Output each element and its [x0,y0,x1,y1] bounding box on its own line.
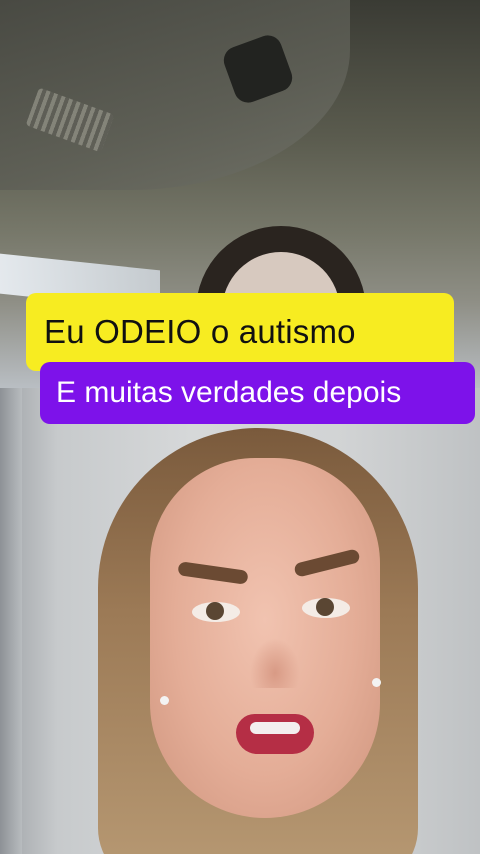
nose [250,638,300,688]
earring-left [160,696,169,705]
teeth [250,722,300,734]
earring-right [372,678,381,687]
mouth [236,714,314,754]
bottom-video-frame [0,388,480,854]
iris-left [206,602,224,620]
caption-top: Eu ODEIO o autismo [26,293,454,371]
iris-right [316,598,334,616]
caption-bottom: E muitas verdades depois [40,362,475,424]
doorframe [0,388,22,854]
